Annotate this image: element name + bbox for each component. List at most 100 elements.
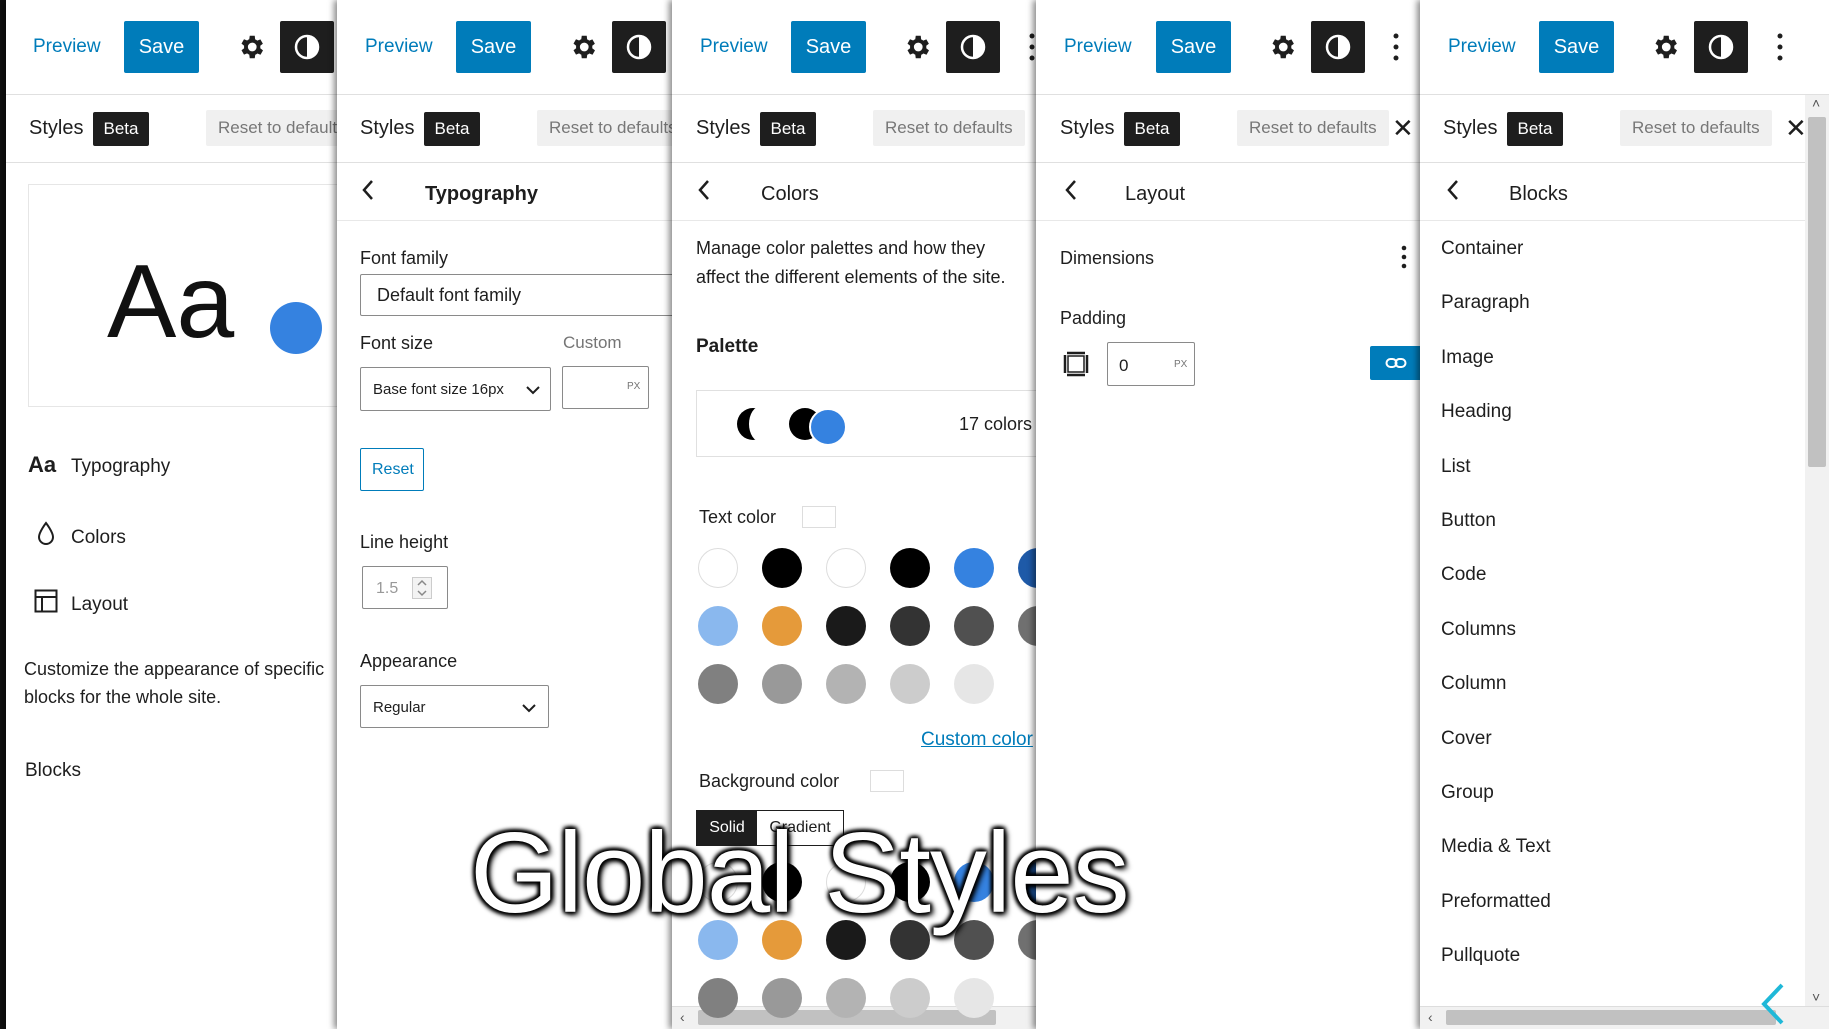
- save-button[interactable]: Save: [791, 21, 866, 73]
- palette-card[interactable]: 17 colors: [696, 390, 1036, 457]
- styles-toggle-button[interactable]: [280, 21, 334, 73]
- reset-button[interactable]: Reset: [360, 448, 424, 491]
- gear-icon[interactable]: [1650, 32, 1680, 62]
- custom-size-input[interactable]: PX: [562, 366, 649, 409]
- preview-button[interactable]: Preview: [365, 22, 433, 72]
- reset-to-defaults-button[interactable]: Reset to defaults: [873, 110, 1025, 146]
- block-item[interactable]: Group: [1441, 782, 1494, 804]
- scroll-left-icon[interactable]: ‹: [680, 1009, 685, 1025]
- color-swatch[interactable]: [954, 606, 994, 646]
- close-icon[interactable]: ✕: [1785, 113, 1807, 143]
- color-swatch[interactable]: [698, 664, 738, 704]
- color-swatch[interactable]: [890, 548, 930, 588]
- appearance-select[interactable]: Regular: [360, 685, 549, 728]
- gear-icon[interactable]: [568, 32, 598, 62]
- styles-toggle-button[interactable]: [946, 21, 1000, 73]
- color-swatch[interactable]: [762, 978, 802, 1018]
- more-options-icon[interactable]: [1392, 30, 1400, 64]
- gear-icon[interactable]: [1267, 32, 1297, 62]
- block-item[interactable]: Columns: [1441, 619, 1516, 641]
- contrast-icon: [1325, 34, 1351, 60]
- scroll-up-icon[interactable]: ˄: [1812, 95, 1820, 111]
- vertical-scrollbar[interactable]: ˄ ˅: [1805, 95, 1829, 1007]
- font-size-select[interactable]: Base font size 16px: [360, 367, 551, 411]
- reset-to-defaults-button[interactable]: Reset to defaults: [1237, 110, 1389, 146]
- line-height-value: 1.5: [376, 580, 399, 597]
- panel-title: Blocks: [1509, 183, 1568, 205]
- scrollbar-thumb[interactable]: [1808, 117, 1826, 467]
- link-sides-button[interactable]: [1370, 346, 1422, 380]
- block-item[interactable]: Container: [1441, 238, 1523, 260]
- padding-input[interactable]: 0 PX: [1107, 342, 1195, 386]
- color-swatch[interactable]: [1018, 548, 1036, 588]
- color-swatch[interactable]: [826, 548, 866, 588]
- color-swatch[interactable]: [698, 606, 738, 646]
- preview-button[interactable]: Preview: [1448, 22, 1516, 72]
- styles-toggle-button[interactable]: [1694, 21, 1748, 73]
- colors-description-line2: affect the different elements of the sit…: [696, 267, 1006, 287]
- gear-icon[interactable]: [236, 32, 266, 62]
- nav-item-layout[interactable]: Layout: [28, 586, 328, 622]
- stepper-icon[interactable]: [412, 577, 432, 599]
- gear-icon[interactable]: [902, 32, 932, 62]
- block-item[interactable]: Cover: [1441, 728, 1492, 750]
- color-swatch[interactable]: [954, 664, 994, 704]
- color-swatch[interactable]: [890, 664, 930, 704]
- more-options-icon[interactable]: [1776, 30, 1784, 64]
- block-item[interactable]: Paragraph: [1441, 292, 1530, 314]
- color-swatch[interactable]: [890, 606, 930, 646]
- scroll-left-icon[interactable]: ‹: [1428, 1009, 1433, 1025]
- save-button[interactable]: Save: [124, 21, 199, 73]
- nav-item-typography[interactable]: Aa Typography: [28, 448, 328, 484]
- dimensions-options-icon[interactable]: [1400, 244, 1408, 270]
- chevron-left-icon[interactable]: [1443, 177, 1463, 203]
- color-swatch[interactable]: [954, 978, 994, 1018]
- scrollbar-thumb[interactable]: [1446, 1010, 1776, 1025]
- block-item[interactable]: Preformatted: [1441, 891, 1551, 913]
- color-swatch[interactable]: [762, 664, 802, 704]
- save-button[interactable]: Save: [456, 21, 531, 73]
- block-item[interactable]: Media & Text: [1441, 836, 1550, 858]
- color-swatch[interactable]: [762, 606, 802, 646]
- styles-toggle-button[interactable]: [612, 21, 666, 73]
- styles-header: Styles Beta Reset to defaults: [6, 95, 340, 163]
- chevron-left-icon[interactable]: [694, 177, 714, 203]
- block-item[interactable]: Code: [1441, 564, 1486, 586]
- style-preview-text: Aa: [107, 244, 235, 360]
- reset-to-defaults-button[interactable]: Reset to defaults: [537, 110, 675, 146]
- block-item[interactable]: Pullquote: [1441, 945, 1520, 967]
- color-swatch[interactable]: [698, 978, 738, 1018]
- close-icon[interactable]: ✕: [1392, 113, 1414, 143]
- color-swatch[interactable]: [826, 664, 866, 704]
- reset-to-defaults-button[interactable]: Reset to defaults: [1620, 110, 1772, 146]
- block-item[interactable]: Button: [1441, 510, 1496, 532]
- chevron-left-icon[interactable]: [1061, 177, 1081, 203]
- color-swatch[interactable]: [1018, 606, 1036, 646]
- custom-color-link[interactable]: Custom color: [921, 729, 1033, 751]
- save-button[interactable]: Save: [1539, 21, 1614, 73]
- styles-header: Styles Beta Reset to defaults: [337, 95, 675, 163]
- preview-button[interactable]: Preview: [33, 22, 101, 72]
- preview-button[interactable]: Preview: [700, 22, 768, 72]
- color-swatch[interactable]: [698, 548, 738, 588]
- block-item[interactable]: List: [1441, 456, 1471, 478]
- chevron-left-icon[interactable]: [358, 177, 378, 203]
- font-family-select[interactable]: Default font family: [360, 274, 675, 316]
- block-item[interactable]: Image: [1441, 347, 1494, 369]
- save-button[interactable]: Save: [1156, 21, 1231, 73]
- nav-item-blocks[interactable]: Blocks: [25, 760, 81, 782]
- color-swatch[interactable]: [826, 978, 866, 1018]
- styles-toggle-button[interactable]: [1311, 21, 1365, 73]
- preview-button[interactable]: Preview: [1064, 22, 1132, 72]
- reset-to-defaults-button[interactable]: Reset to defaults: [206, 110, 340, 146]
- more-options-icon[interactable]: [1028, 30, 1036, 64]
- nav-item-colors[interactable]: Colors: [28, 518, 328, 554]
- block-item[interactable]: Column: [1441, 673, 1506, 695]
- color-swatch[interactable]: [826, 606, 866, 646]
- scroll-down-icon[interactable]: ˅: [1812, 989, 1820, 1005]
- block-item[interactable]: Heading: [1441, 401, 1512, 423]
- color-swatch[interactable]: [890, 978, 930, 1018]
- color-swatch[interactable]: [954, 548, 994, 588]
- color-swatch[interactable]: [762, 548, 802, 588]
- line-height-input[interactable]: 1.5: [362, 566, 448, 609]
